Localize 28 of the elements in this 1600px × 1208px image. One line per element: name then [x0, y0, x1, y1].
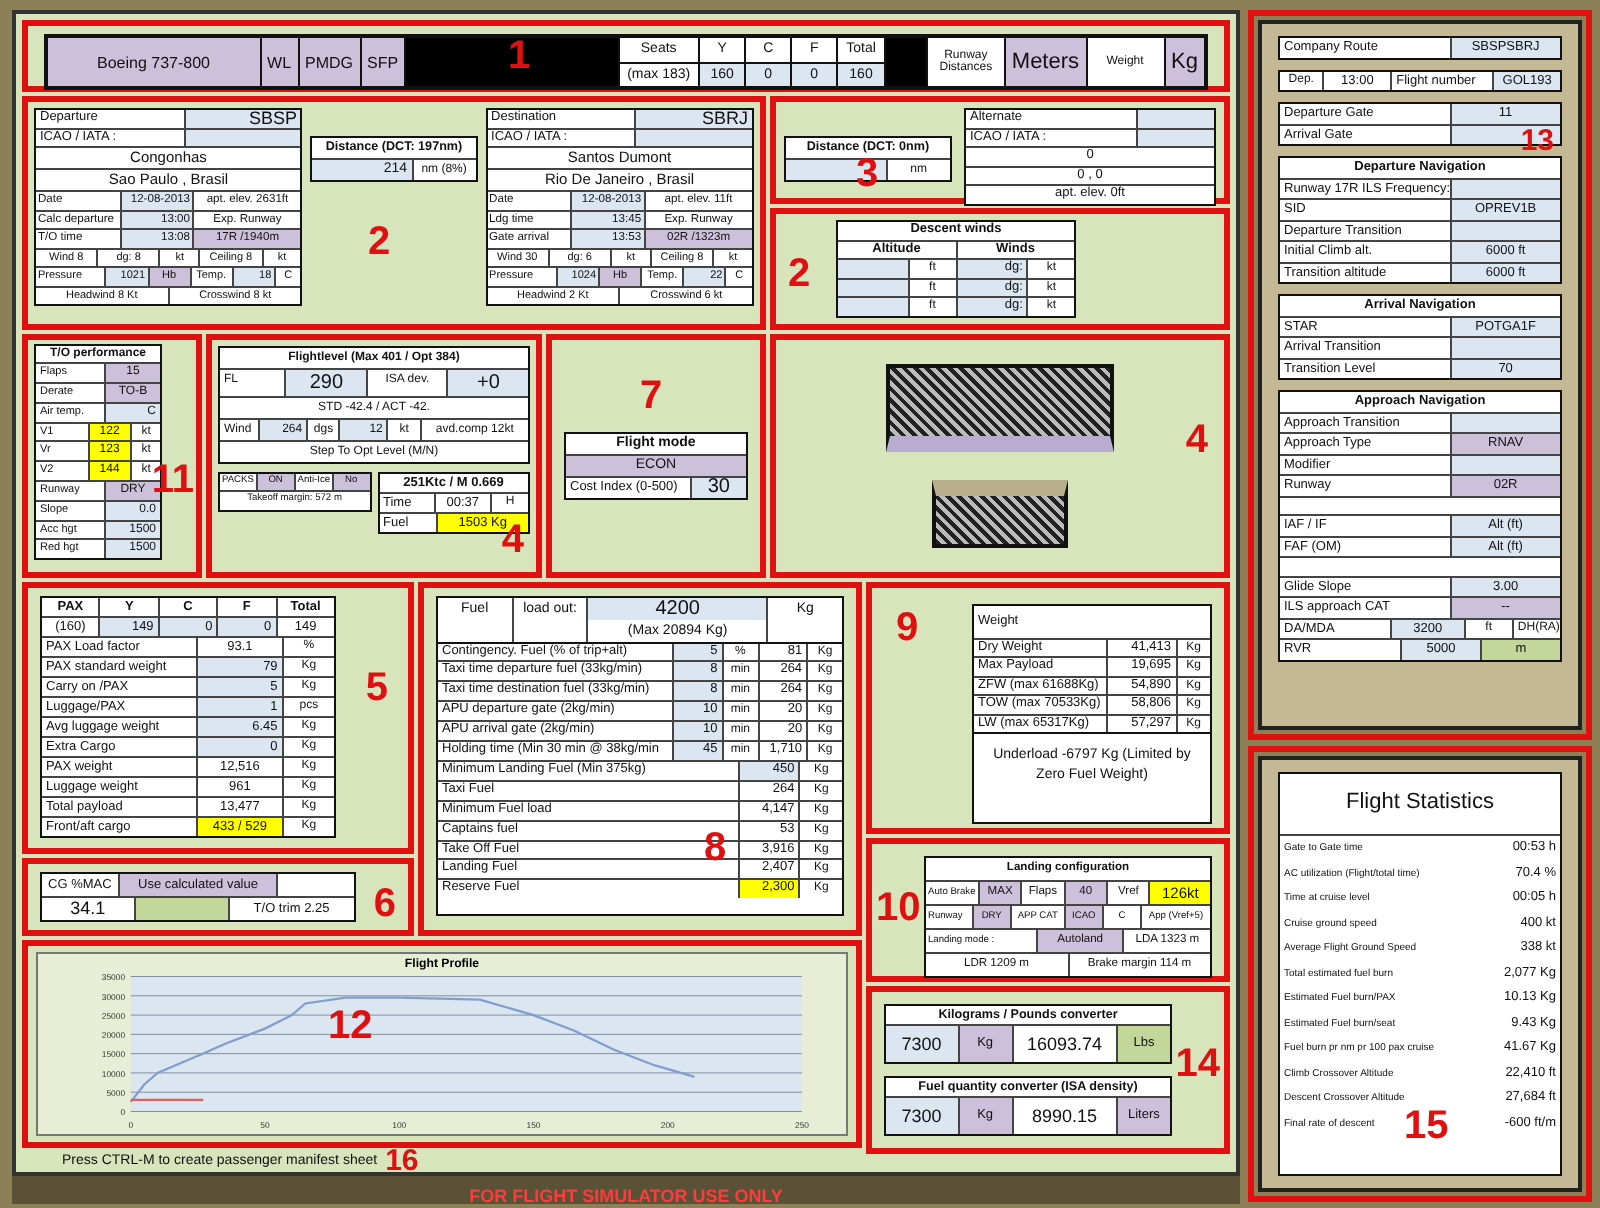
input-field[interactable] — [1138, 110, 1214, 127]
input-field[interactable]: 7300 — [886, 1097, 960, 1133]
table-cell: 8990.15 — [1013, 1097, 1118, 1133]
section-number: 15 — [1404, 1106, 1449, 1146]
section-number: 4 — [1185, 419, 1208, 459]
section-number: 5 — [365, 667, 388, 707]
input-field[interactable]: 290 — [286, 369, 368, 395]
section-number: 7 — [640, 375, 663, 415]
section-number: 14 — [1175, 1043, 1220, 1083]
input-field[interactable] — [838, 298, 910, 315]
footer-text: FOR FLIGHT SIMULATOR USE ONLY — [469, 1186, 783, 1206]
table-cell: 16093.74 — [1013, 1025, 1118, 1061]
input-field[interactable] — [1451, 338, 1560, 357]
hatched-panel — [932, 479, 1068, 547]
table-cell: 34.1 — [42, 897, 136, 919]
section-number: 16 — [385, 1145, 419, 1177]
section-number: 6 — [373, 883, 396, 923]
input-field[interactable]: SBSP — [185, 110, 301, 127]
section-number: 2 — [368, 222, 391, 262]
section-number: 2 — [788, 254, 811, 294]
section-number: 12 — [328, 1005, 373, 1045]
section-number: 10 — [876, 887, 921, 927]
input-field[interactable]: 4200 — [588, 597, 769, 619]
section-number: 9 — [896, 607, 919, 647]
input-field[interactable]: +0 — [448, 369, 529, 395]
input-field[interactable]: SBRJ — [636, 110, 752, 127]
input-field[interactable] — [838, 260, 910, 277]
input-field[interactable]: 7300 — [886, 1025, 960, 1061]
